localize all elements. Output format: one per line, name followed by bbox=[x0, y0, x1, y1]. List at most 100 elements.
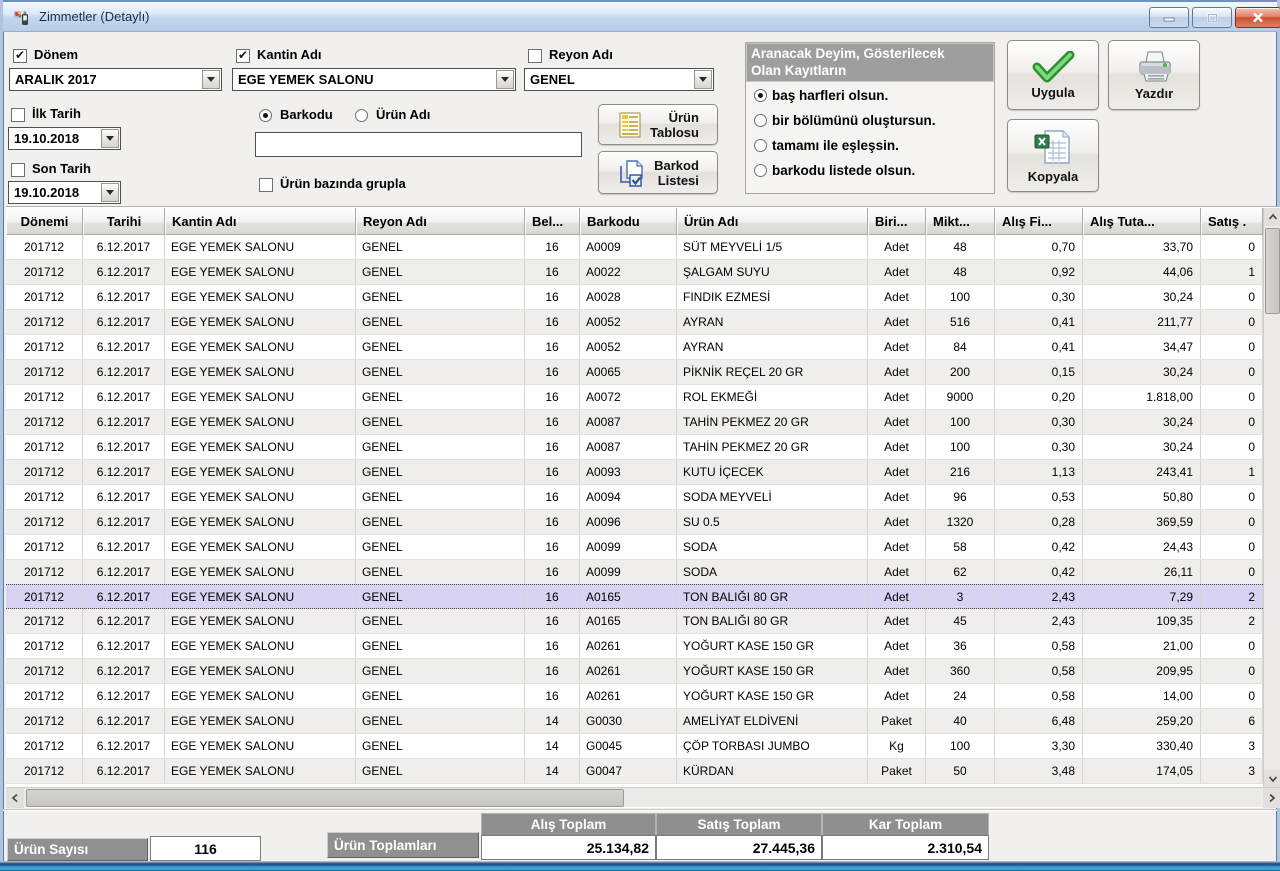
column-header[interactable]: Alış Fi... bbox=[995, 208, 1083, 235]
column-header[interactable]: Dönemi bbox=[6, 208, 83, 235]
table-row[interactable]: 2017126.12.2017EGE YEMEK SALONUGENEL16A0… bbox=[6, 360, 1263, 385]
table-row[interactable]: 2017126.12.2017EGE YEMEK SALONUGENEL16A0… bbox=[6, 609, 1263, 634]
table-row[interactable]: 2017126.12.2017EGE YEMEK SALONUGENEL16A0… bbox=[6, 584, 1263, 609]
son-tarih-select[interactable]: 19.10.2018 bbox=[8, 181, 121, 204]
table-cell: 30,24 bbox=[1083, 360, 1201, 384]
bir-bolumunu-radio[interactable] bbox=[754, 114, 767, 127]
close-button[interactable] bbox=[1235, 7, 1280, 28]
table-cell: 30,24 bbox=[1083, 285, 1201, 309]
column-header[interactable]: Biri... bbox=[868, 208, 926, 235]
uygula-button[interactable]: Uygula bbox=[1007, 40, 1099, 110]
barkodu-listede-radio[interactable] bbox=[754, 164, 767, 177]
vertical-scrollbar[interactable] bbox=[1263, 208, 1280, 788]
vertical-scroll-thumb[interactable] bbox=[1265, 228, 1280, 314]
grupla-checkbox[interactable] bbox=[259, 178, 273, 192]
table-cell: 100 bbox=[926, 435, 995, 459]
table-row[interactable]: 2017126.12.2017EGE YEMEK SALONUGENEL16A0… bbox=[6, 235, 1263, 260]
ilk-tarih-dropdown-arrow-icon[interactable] bbox=[101, 129, 119, 148]
yazdir-button[interactable]: Yazdır bbox=[1108, 40, 1200, 110]
tamami-ile-label: tamamı ile eşleşsin. bbox=[772, 138, 899, 153]
bas-harfleri-radio[interactable] bbox=[754, 89, 767, 102]
reyon-select[interactable]: GENEL bbox=[524, 68, 714, 91]
search-input[interactable] bbox=[255, 132, 582, 157]
table-row[interactable]: 2017126.12.2017EGE YEMEK SALONUGENEL16A0… bbox=[6, 435, 1263, 460]
kantin-checkbox[interactable] bbox=[236, 49, 250, 63]
table-row[interactable]: 2017126.12.2017EGE YEMEK SALONUGENEL16A0… bbox=[6, 634, 1263, 659]
table-row[interactable]: 2017126.12.2017EGE YEMEK SALONUGENEL16A0… bbox=[6, 684, 1263, 709]
son-tarih-dropdown-arrow-icon[interactable] bbox=[101, 183, 119, 202]
column-header[interactable]: Barkodu bbox=[580, 208, 677, 235]
barkodu-radio[interactable] bbox=[259, 109, 272, 122]
table-row[interactable]: 2017126.12.2017EGE YEMEK SALONUGENEL16A0… bbox=[6, 510, 1263, 535]
table-cell: GENEL bbox=[356, 485, 525, 509]
column-header[interactable]: Ürün Adı bbox=[677, 208, 868, 235]
table-row[interactable]: 2017126.12.2017EGE YEMEK SALONUGENEL14G0… bbox=[6, 709, 1263, 734]
urun-tablosu-button[interactable]: Ürün Tablosu bbox=[598, 104, 718, 145]
table-cell: EGE YEMEK SALONU bbox=[165, 260, 356, 284]
column-header[interactable]: Bel... bbox=[525, 208, 580, 235]
scroll-right-icon[interactable] bbox=[1263, 788, 1280, 808]
table-row[interactable]: 2017126.12.2017EGE YEMEK SALONUGENEL16A0… bbox=[6, 410, 1263, 435]
table-cell: 14 bbox=[525, 759, 580, 783]
ilk-tarih-select[interactable]: 19.10.2018 bbox=[8, 127, 121, 150]
table-row[interactable]: 2017126.12.2017EGE YEMEK SALONUGENEL14G0… bbox=[6, 734, 1263, 759]
column-header[interactable]: Satış . bbox=[1201, 208, 1263, 235]
column-header[interactable]: Mikt... bbox=[926, 208, 995, 235]
ilk-tarih-checkbox[interactable] bbox=[11, 108, 25, 122]
table-row[interactable]: 2017126.12.2017EGE YEMEK SALONUGENEL16A0… bbox=[6, 385, 1263, 410]
table-cell: 516 bbox=[926, 310, 995, 334]
tamami-ile-radio[interactable] bbox=[754, 139, 767, 152]
urun-toplamlari-label-text: Ürün Toplamları bbox=[334, 838, 437, 853]
kopyala-button[interactable]: Kopyala bbox=[1007, 119, 1099, 192]
table-cell: Adet bbox=[868, 335, 926, 359]
scroll-up-icon[interactable] bbox=[1264, 208, 1280, 226]
scroll-down-icon[interactable] bbox=[1264, 770, 1280, 788]
son-tarih-checkbox[interactable] bbox=[11, 163, 25, 177]
table-cell: EGE YEMEK SALONU bbox=[165, 709, 356, 733]
table-row[interactable]: 2017126.12.2017EGE YEMEK SALONUGENEL16A0… bbox=[6, 310, 1263, 335]
barkod-listesi-button[interactable]: Barkod Listesi bbox=[598, 151, 718, 194]
maximize-button[interactable] bbox=[1192, 7, 1232, 28]
table-row[interactable]: 2017126.12.2017EGE YEMEK SALONUGENEL16A0… bbox=[6, 659, 1263, 684]
scroll-left-icon[interactable] bbox=[6, 788, 24, 808]
table-cell: 201712 bbox=[6, 634, 83, 658]
donem-dropdown-arrow-icon[interactable] bbox=[202, 70, 220, 89]
table-row[interactable]: 2017126.12.2017EGE YEMEK SALONUGENEL16A0… bbox=[6, 535, 1263, 560]
option-bas-harfleri[interactable]: baş harfleri olsun. bbox=[746, 85, 994, 107]
urun-adi-radio[interactable] bbox=[355, 109, 368, 122]
table-cell: EGE YEMEK SALONU bbox=[165, 435, 356, 459]
donem-select[interactable]: ARALIK 2017 bbox=[9, 68, 222, 91]
table-cell: 6.12.2017 bbox=[83, 709, 165, 733]
column-header[interactable]: Tarihi bbox=[83, 208, 165, 235]
table-row[interactable]: 2017126.12.2017EGE YEMEK SALONUGENEL16A0… bbox=[6, 460, 1263, 485]
table-cell: EGE YEMEK SALONU bbox=[165, 285, 356, 309]
option-tamami-ile[interactable]: tamamı ile eşleşsin. bbox=[746, 135, 994, 157]
horizontal-scroll-thumb[interactable] bbox=[26, 789, 624, 807]
table-cell: 6.12.2017 bbox=[83, 410, 165, 434]
table-cell: 0 bbox=[1201, 385, 1263, 409]
option-bir-bolumunu[interactable]: bir bölümünü oluştursun. bbox=[746, 110, 994, 132]
table-row[interactable]: 2017126.12.2017EGE YEMEK SALONUGENEL16A0… bbox=[6, 285, 1263, 310]
column-header[interactable]: Reyon Adı bbox=[356, 208, 525, 235]
table-row[interactable]: 2017126.12.2017EGE YEMEK SALONUGENEL16A0… bbox=[6, 560, 1263, 585]
reyon-checkbox[interactable] bbox=[528, 49, 542, 63]
table-cell: 0,53 bbox=[995, 485, 1083, 509]
column-header[interactable]: Alış Tuta... bbox=[1083, 208, 1201, 235]
table-row[interactable]: 2017126.12.2017EGE YEMEK SALONUGENEL14G0… bbox=[6, 759, 1263, 784]
table-cell: 201712 bbox=[6, 535, 83, 559]
barkodu-listede-label: barkodu listede olsun. bbox=[772, 163, 915, 178]
column-header[interactable]: Kantin Adı bbox=[165, 208, 356, 235]
donem-checkbox[interactable] bbox=[13, 49, 27, 63]
reyon-dropdown-arrow-icon[interactable] bbox=[694, 70, 712, 89]
table-row[interactable]: 2017126.12.2017EGE YEMEK SALONUGENEL16A0… bbox=[6, 260, 1263, 285]
table-cell: GENEL bbox=[356, 709, 525, 733]
horizontal-scrollbar[interactable] bbox=[6, 787, 1280, 807]
kantin-select[interactable]: EGE YEMEK SALONU bbox=[232, 68, 516, 91]
table-cell: 0 bbox=[1201, 235, 1263, 259]
table-row[interactable]: 2017126.12.2017EGE YEMEK SALONUGENEL16A0… bbox=[6, 335, 1263, 360]
minimize-button[interactable] bbox=[1149, 7, 1189, 28]
table-row[interactable]: 2017126.12.2017EGE YEMEK SALONUGENEL16A0… bbox=[6, 485, 1263, 510]
table-cell: 6.12.2017 bbox=[83, 385, 165, 409]
option-barkodu-listede[interactable]: barkodu listede olsun. bbox=[746, 160, 994, 182]
kantin-dropdown-arrow-icon[interactable] bbox=[496, 70, 514, 89]
